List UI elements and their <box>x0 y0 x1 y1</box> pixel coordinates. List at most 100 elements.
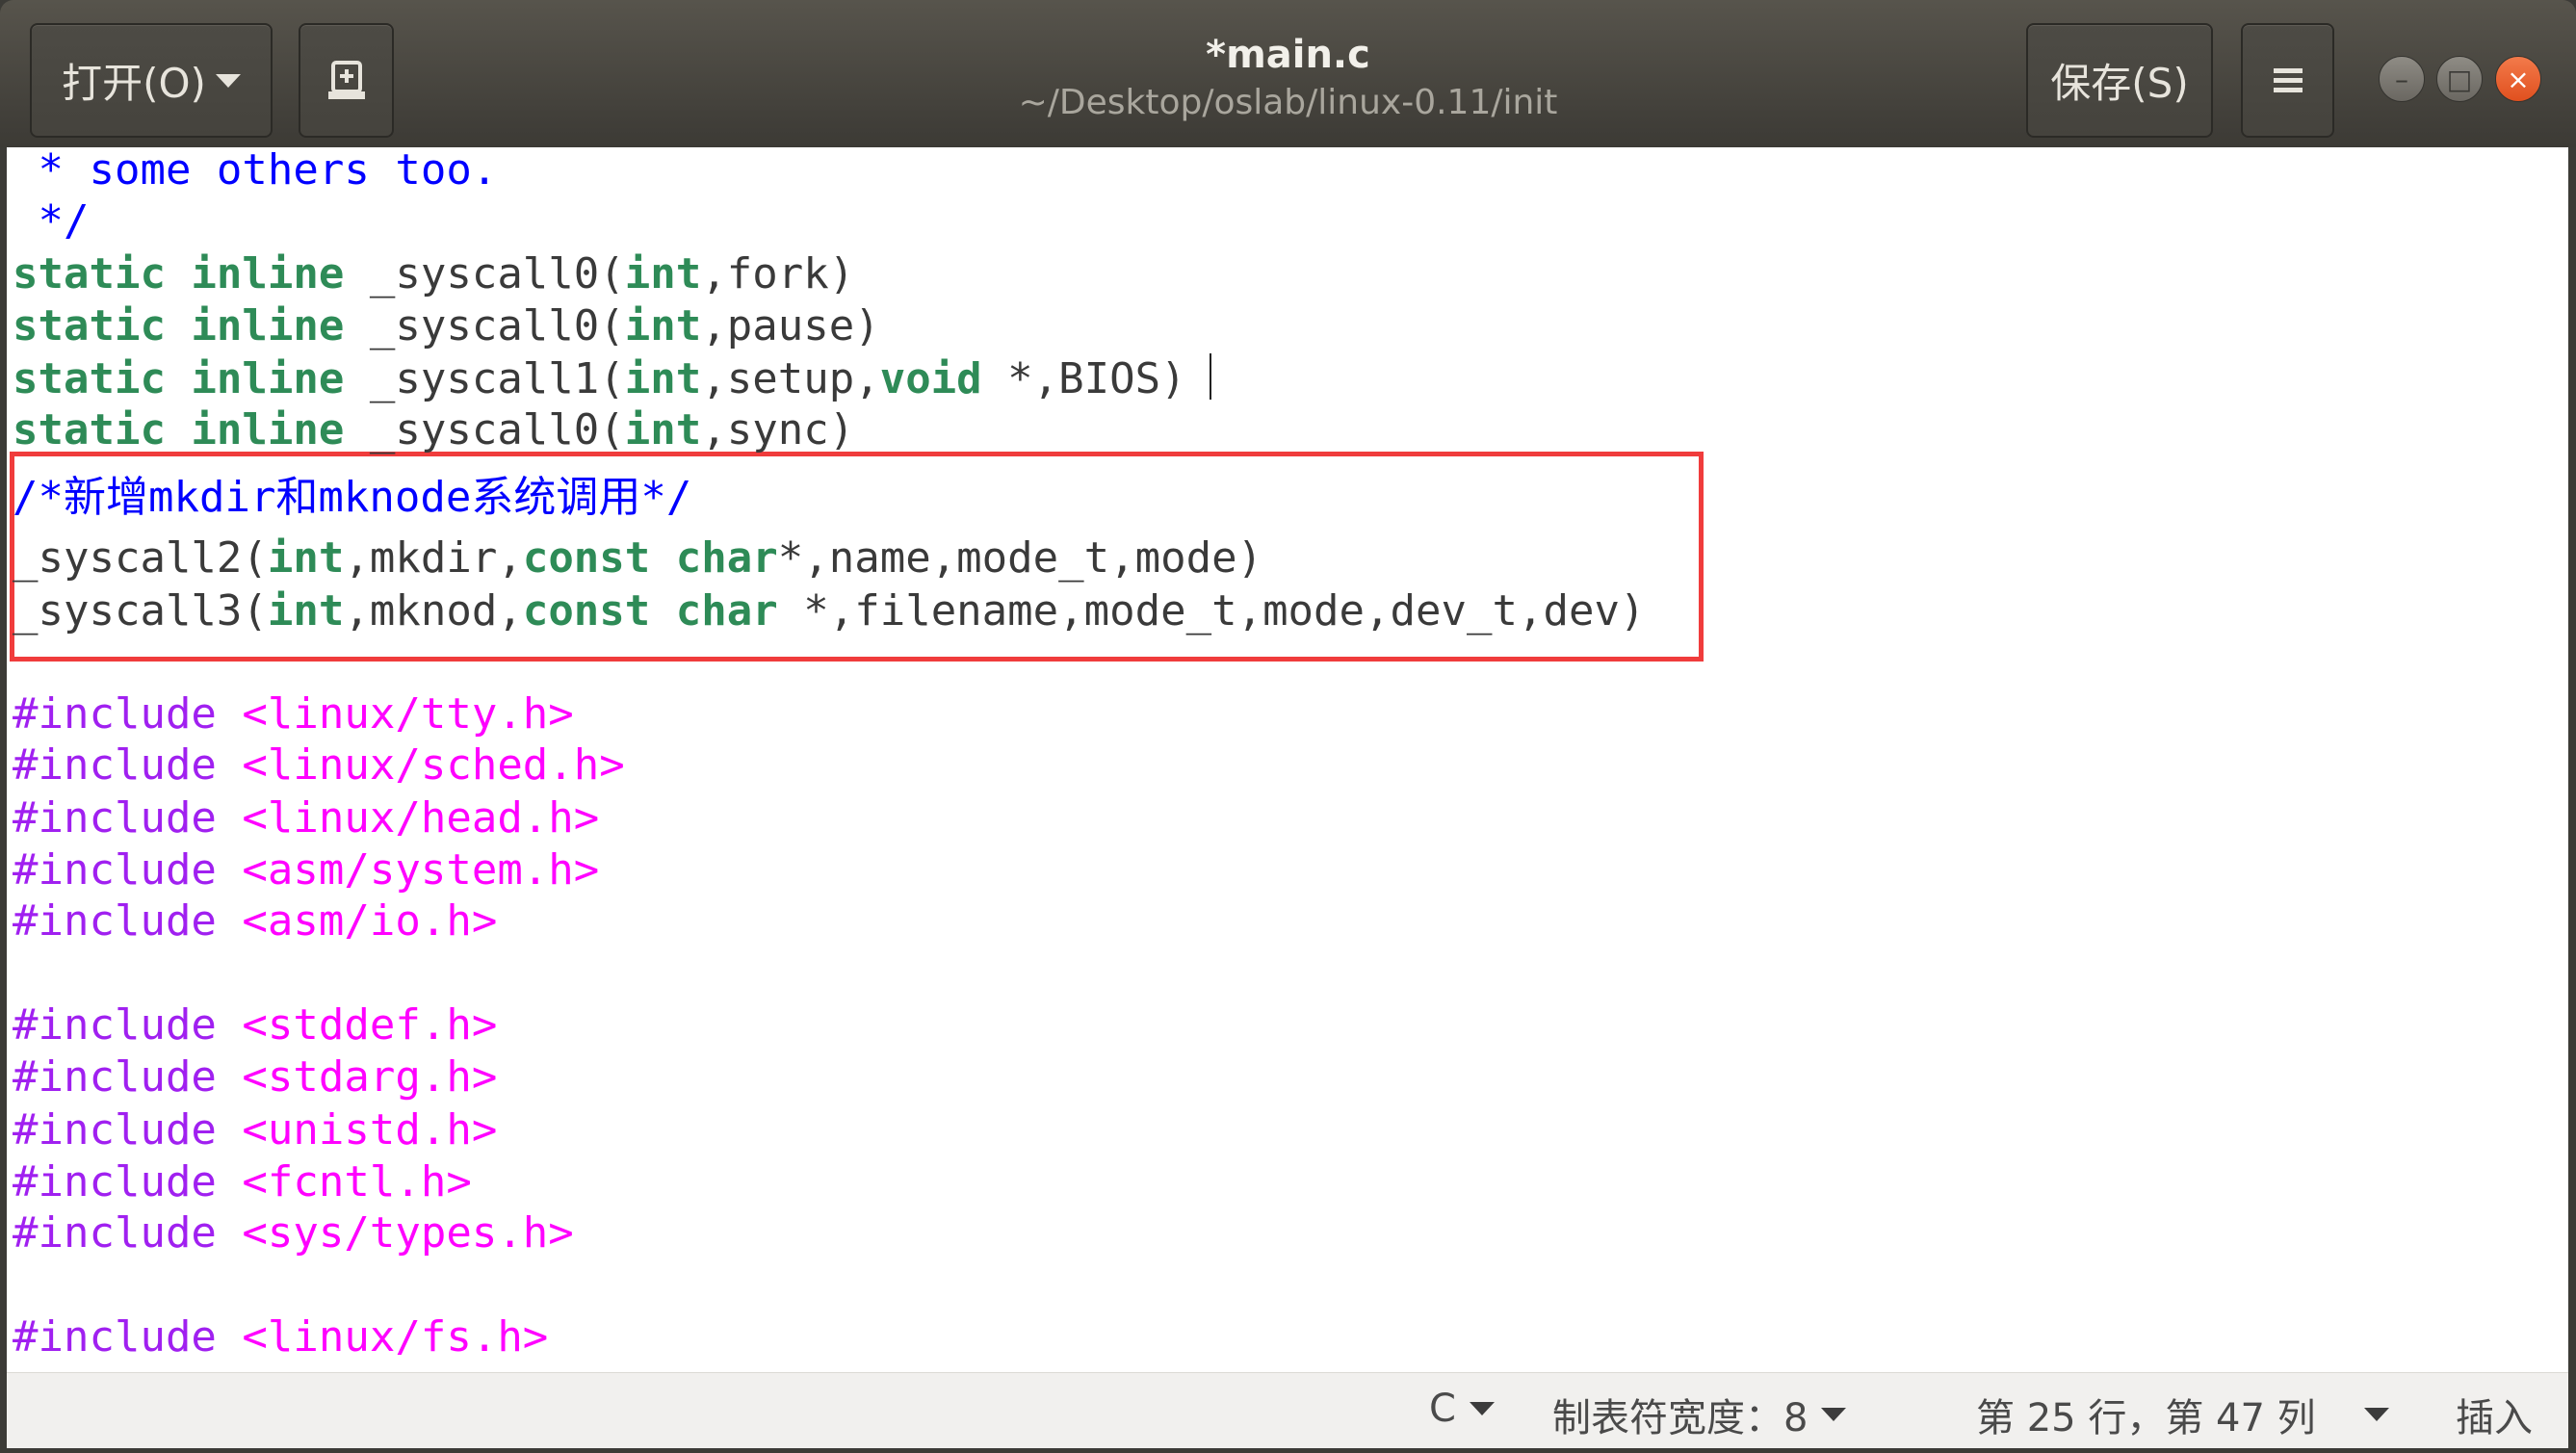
text-cursor <box>1210 353 1211 400</box>
insert-mode-indicator: 插入 <box>2456 1387 2533 1442</box>
maximize-button[interactable]: □ <box>2436 56 2483 102</box>
code-keyword: void <box>879 354 982 403</box>
code-text: ,sync) <box>701 405 855 454</box>
header-bar: 打开(O) *main.c ~/Desktop/oslab/linux-0.11… <box>0 0 2576 147</box>
code-include-path: <asm/system.h> <box>216 845 600 895</box>
code-line[interactable]: _syscall2(int,mkdir,const char*,name,mod… <box>13 532 1262 584</box>
code-line[interactable]: #include <asm/io.h> <box>13 895 497 947</box>
tab-width-label: 制表符宽度：8 <box>1552 1396 1808 1440</box>
code-directive: #include <box>13 689 217 739</box>
code-text: _syscall0( <box>344 249 625 298</box>
save-label: 保存(S) <box>2050 60 2189 107</box>
code-line[interactable]: #include <stddef.h> <box>13 999 497 1051</box>
code-keyword: static inline <box>13 354 345 403</box>
code-keyword: const <box>522 533 651 583</box>
code-line[interactable]: * some others too. <box>13 147 497 196</box>
code-text: _syscall1( <box>344 354 625 403</box>
code-directive: #include <box>13 1000 217 1050</box>
code-directive: #include <box>13 1208 217 1258</box>
code-include-path: <fcntl.h> <box>216 1157 472 1207</box>
language-selector[interactable]: C <box>1429 1387 1495 1431</box>
code-text: ,setup, <box>701 354 880 403</box>
code-keyword: char <box>675 586 778 636</box>
close-icon: × <box>2507 63 2530 95</box>
code-line[interactable]: #include <fcntl.h> <box>13 1156 472 1208</box>
code-text: _syscall0( <box>344 301 625 350</box>
code-include-path: <asm/io.h> <box>216 896 498 946</box>
minimize-icon: – <box>2395 63 2408 95</box>
code-comment: /*新增mkdir和mknode系统调用*/ <box>13 473 692 522</box>
code-keyword: int <box>624 405 702 454</box>
chevron-down-icon <box>2363 1408 2389 1421</box>
close-button[interactable]: × <box>2495 56 2541 102</box>
code-include-path: <stdarg.h> <box>216 1052 498 1102</box>
code-text: ,mkdir, <box>344 533 523 583</box>
code-keyword: static inline <box>13 249 345 298</box>
code-directive: #include <box>13 1312 217 1362</box>
code-line[interactable]: #include <linux/fs.h> <box>13 1311 548 1363</box>
cursor-position-label: 第 25 行，第 47 列 <box>1976 1396 2316 1440</box>
code-comment: * some others too. <box>13 147 498 195</box>
code-line[interactable]: static inline _syscall0(int,pause) <box>13 300 880 352</box>
code-line[interactable]: #include <stdarg.h> <box>13 1051 497 1103</box>
minimize-button[interactable]: – <box>2379 56 2425 102</box>
code-line[interactable]: _syscall3(int,mknod,const char *,filenam… <box>13 585 1645 637</box>
code-line[interactable]: #include <unistd.h> <box>13 1104 497 1156</box>
code-text: ,pause) <box>701 301 880 350</box>
code-include-path: <sys/types.h> <box>216 1208 574 1258</box>
code-directive: #include <box>13 740 217 790</box>
code-line[interactable]: /*新增mkdir和mknode系统调用*/ <box>13 472 691 524</box>
code-line[interactable]: #include <asm/system.h> <box>13 844 599 896</box>
code-keyword: int <box>624 249 702 298</box>
code-directive: #include <box>13 896 217 946</box>
code-line[interactable]: #include <linux/head.h> <box>13 792 599 844</box>
code-text: _syscall2( <box>13 533 268 583</box>
tab-width-selector[interactable]: 制表符宽度：8 <box>1552 1387 1847 1442</box>
code-keyword: int <box>267 533 345 583</box>
code-keyword: static inline <box>13 301 345 350</box>
language-label: C <box>1429 1387 1456 1431</box>
code-keyword: const <box>522 586 651 636</box>
code-text: _syscall3( <box>13 586 268 636</box>
code-keyword: int <box>624 354 702 403</box>
code-line[interactable]: */ <box>13 195 89 247</box>
code-line[interactable]: #include <linux/sched.h> <box>13 739 625 791</box>
menu-button[interactable] <box>2241 23 2334 138</box>
code-directive: #include <box>13 845 217 895</box>
maximize-icon: □ <box>2446 63 2473 95</box>
code-keyword: int <box>624 301 702 350</box>
code-include-path: <linux/tty.h> <box>216 689 574 739</box>
cursor-position-selector[interactable]: 第 25 行，第 47 列 <box>1976 1387 2389 1442</box>
code-text: _syscall0( <box>344 405 625 454</box>
status-bar: C 制表符宽度：8 第 25 行，第 47 列 插入 <box>7 1372 2568 1448</box>
chevron-down-icon <box>1469 1402 1495 1415</box>
code-comment: */ <box>13 196 90 246</box>
hamburger-icon <box>2273 67 2303 92</box>
code-line[interactable]: static inline _syscall0(int,sync) <box>13 404 854 456</box>
code-include-path: <linux/fs.h> <box>216 1312 549 1362</box>
code-editor[interactable]: * some others too. */static inline _sysc… <box>7 147 2568 1372</box>
code-line[interactable]: #include <linux/tty.h> <box>13 688 574 740</box>
code-keyword: int <box>267 586 345 636</box>
code-include-path: <stddef.h> <box>216 1000 498 1050</box>
code-directive: #include <box>13 1157 217 1207</box>
code-include-path: <linux/head.h> <box>216 793 600 843</box>
code-include-path: <linux/sched.h> <box>216 740 625 790</box>
code-line[interactable]: #include <sys/types.h> <box>13 1207 574 1259</box>
code-directive: #include <box>13 1105 217 1155</box>
code-directive: #include <box>13 1052 217 1102</box>
code-text: ,mknod, <box>344 586 523 636</box>
code-text: *,BIOS) <box>981 354 1186 403</box>
code-keyword: static inline <box>13 405 345 454</box>
code-text: *,name,mode_t,mode) <box>777 533 1263 583</box>
code-include-path: <unistd.h> <box>216 1105 498 1155</box>
save-button[interactable]: 保存(S) <box>2026 23 2213 138</box>
code-text: *,filename,mode_t,mode,dev_t,dev) <box>777 586 1646 636</box>
code-line[interactable]: static inline _syscall0(int,fork) <box>13 248 854 300</box>
code-directive: #include <box>13 793 217 843</box>
insert-mode-label: 插入 <box>2456 1396 2533 1440</box>
code-line[interactable]: static inline _syscall1(int,setup,void *… <box>13 353 1186 405</box>
chevron-down-icon <box>1821 1408 1847 1421</box>
